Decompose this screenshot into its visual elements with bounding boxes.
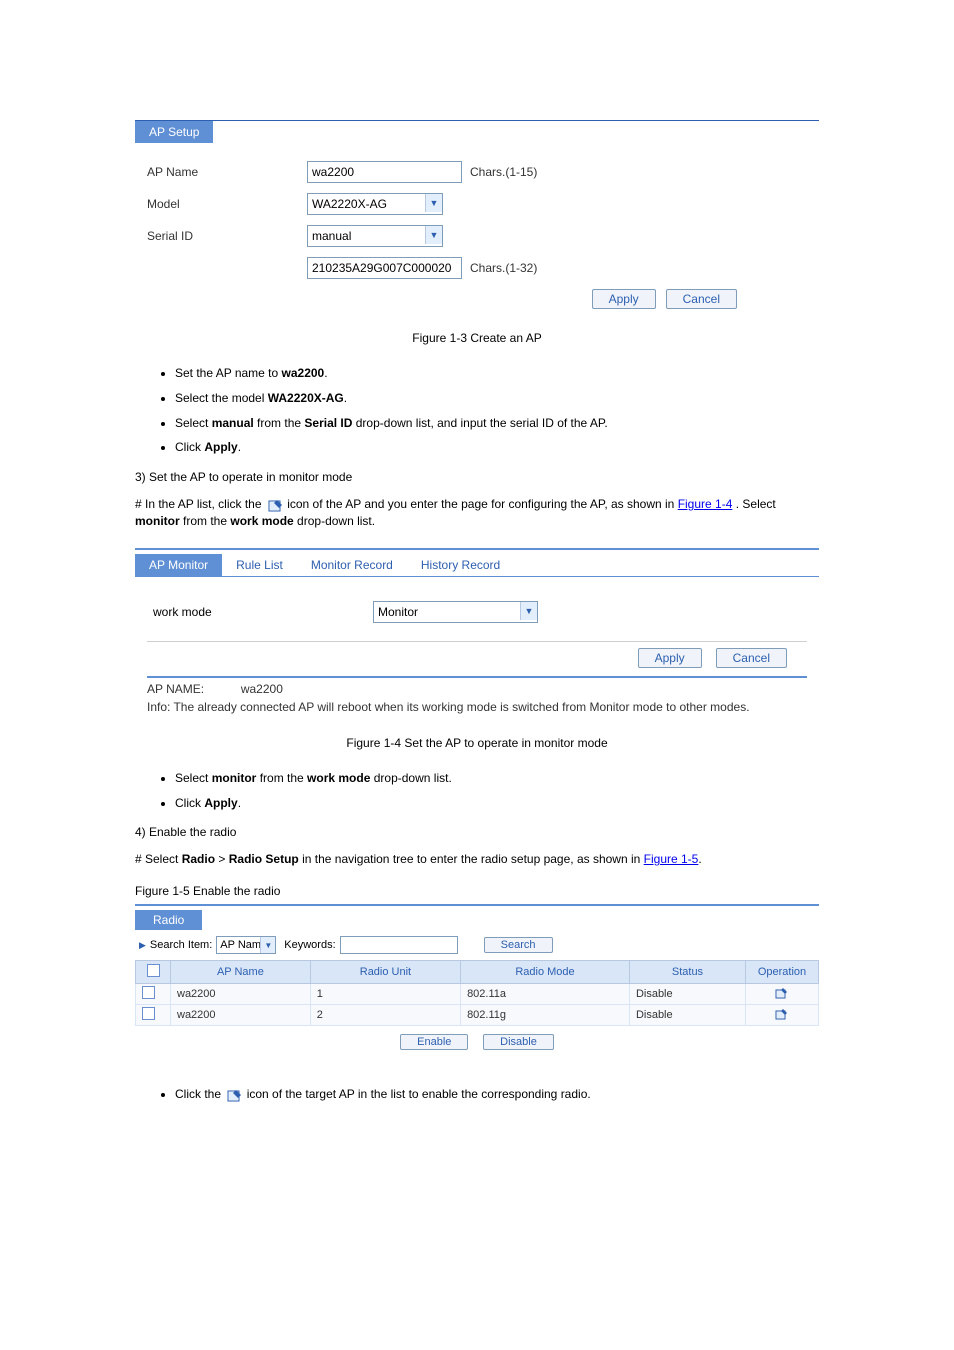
- triangle-icon: ▶: [139, 940, 146, 951]
- list-item: Select monitor from the work mode drop-d…: [175, 770, 819, 787]
- apply-button[interactable]: Apply: [638, 648, 702, 668]
- chevron-down-icon[interactable]: ▼: [425, 226, 442, 244]
- table-row: wa2200 2 802.11g Disable: [136, 1005, 819, 1026]
- apply-button[interactable]: Apply: [592, 289, 656, 309]
- tab-history-record[interactable]: History Record: [407, 554, 514, 576]
- list-item: Click Apply.: [175, 795, 819, 812]
- bullet-list: Set the AP name to wa2200. Select the mo…: [135, 365, 819, 456]
- body-paragraph: # In the AP list, click the icon of the …: [135, 496, 819, 530]
- operation-icon[interactable]: [775, 990, 789, 1002]
- disable-button[interactable]: Disable: [483, 1034, 554, 1050]
- figure-caption: Figure 1-5 Enable the radio: [135, 884, 819, 898]
- chevron-down-icon[interactable]: ▼: [425, 194, 442, 212]
- ap-name-hint: Chars.(1-15): [470, 165, 537, 179]
- radio-panel: Radio ▶ Search Item: ▼ Keywords: Search …: [135, 904, 819, 1056]
- info-text: Info: The already connected AP will rebo…: [147, 700, 807, 714]
- tab-monitor-record[interactable]: Monitor Record: [297, 554, 407, 576]
- keywords-label: Keywords:: [284, 939, 335, 951]
- search-button[interactable]: Search: [484, 937, 553, 953]
- figure-caption: Figure 1-4 Set the AP to operate in moni…: [135, 736, 819, 750]
- serial-hint: Chars.(1-32): [470, 261, 537, 275]
- model-label: Model: [147, 197, 307, 211]
- list-item: Select the model WA2220X-AG.: [175, 390, 819, 407]
- tab-radio[interactable]: Radio: [135, 910, 202, 930]
- tab-rule-list[interactable]: Rule List: [222, 554, 297, 576]
- ap-monitor-panel: AP Monitor Rule List Monitor Record Hist…: [135, 548, 819, 728]
- operation-icon[interactable]: [775, 1011, 789, 1023]
- select-all-checkbox[interactable]: [147, 964, 160, 977]
- keywords-input[interactable]: [340, 936, 458, 954]
- serial-id-input[interactable]: [307, 257, 462, 279]
- tab-ap-monitor[interactable]: AP Monitor: [135, 554, 222, 576]
- figure-caption: Figure 1-3 Create an AP: [135, 331, 819, 345]
- cancel-button[interactable]: Cancel: [716, 648, 787, 668]
- row-checkbox[interactable]: [142, 986, 155, 999]
- bullet-list: Click the icon of the target AP in the l…: [135, 1086, 819, 1103]
- step-heading: 4) Enable the radio: [135, 825, 819, 839]
- ap-setup-panel: AP Setup AP Name Chars.(1-15) Model ▼ Se…: [135, 120, 819, 321]
- col-radio-mode: Radio Mode: [461, 961, 630, 984]
- list-item: Click Apply.: [175, 439, 819, 456]
- enable-button[interactable]: Enable: [400, 1034, 468, 1050]
- edit-icon: [227, 1088, 243, 1102]
- col-status: Status: [629, 961, 745, 984]
- model-select[interactable]: [307, 193, 443, 215]
- chevron-down-icon[interactable]: ▼: [260, 937, 275, 953]
- figure-link[interactable]: Figure 1-5: [644, 852, 699, 866]
- ap-name-input[interactable]: [307, 161, 462, 183]
- work-mode-select[interactable]: [373, 601, 538, 623]
- list-item: Set the AP name to wa2200.: [175, 365, 819, 382]
- edit-icon: [268, 498, 284, 512]
- figure-link[interactable]: Figure 1-4: [678, 497, 733, 511]
- search-item-label: Search Item:: [150, 939, 212, 951]
- body-paragraph: # Select Radio > Radio Setup in the navi…: [135, 851, 819, 868]
- cancel-button[interactable]: Cancel: [666, 289, 737, 309]
- radio-table: AP Name Radio Unit Radio Mode Status Ope…: [135, 960, 819, 1026]
- col-ap-name: AP Name: [171, 961, 311, 984]
- ap-name-static-label: AP NAME:: [147, 682, 204, 696]
- col-operation: Operation: [746, 961, 819, 984]
- serial-id-label: Serial ID: [147, 229, 307, 243]
- ap-name-label: AP Name: [147, 165, 307, 179]
- bullet-list: Select monitor from the work mode drop-d…: [135, 770, 819, 812]
- step-heading: 3) Set the AP to operate in monitor mode: [135, 470, 819, 484]
- serial-mode-select[interactable]: [307, 225, 443, 247]
- tab-ap-setup[interactable]: AP Setup: [135, 121, 213, 143]
- row-checkbox[interactable]: [142, 1007, 155, 1020]
- work-mode-label: work mode: [147, 605, 373, 619]
- list-item: Select manual from the Serial ID drop-do…: [175, 415, 819, 432]
- chevron-down-icon[interactable]: ▼: [520, 602, 537, 620]
- table-row: wa2200 1 802.11a Disable: [136, 984, 819, 1005]
- ap-name-static-value: wa2200: [241, 682, 283, 696]
- list-item: Click the icon of the target AP in the l…: [175, 1086, 819, 1103]
- col-radio-unit: Radio Unit: [310, 961, 460, 984]
